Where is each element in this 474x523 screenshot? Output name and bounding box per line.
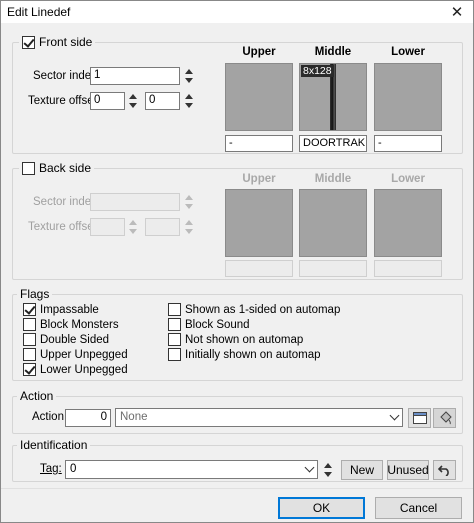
texture-size-badge: 8x128 [301, 65, 334, 77]
action-number-input[interactable]: 0 [65, 409, 111, 427]
flag-double-sided[interactable]: Double Sided [23, 333, 109, 346]
flag-lower-unpegged[interactable]: Lower Unpegged [23, 363, 128, 376]
back-lower-header: Lower [391, 173, 425, 185]
paint-bucket-button[interactable] [433, 408, 456, 428]
flags-label: Flags [20, 287, 50, 301]
back-middle-texture-name[interactable] [299, 260, 367, 277]
window-title: Edit Linedef [7, 5, 71, 19]
front-lower-texture-name[interactable]: - [374, 135, 442, 152]
back-lower-texture-name[interactable] [374, 260, 442, 277]
front-offset-x-stepper[interactable] [128, 91, 140, 111]
flag-impassable[interactable]: Impassable [23, 303, 99, 316]
flag-block-sound[interactable]: Block Sound [168, 318, 250, 331]
back-offset-x-stepper[interactable] [128, 217, 140, 237]
chevron-down-icon [304, 462, 315, 473]
flag-not-shown-checkbox[interactable] [168, 333, 181, 346]
flag-upper-unpegged-label: Upper Unpegged [40, 348, 128, 361]
flag-shown-1-sided-label: Shown as 1-sided on automap [185, 303, 341, 316]
back-side-checkbox[interactable] [22, 161, 35, 175]
title-bar: Edit Linedef ✕ [1, 1, 473, 23]
flag-lower-unpegged-checkbox[interactable] [23, 363, 36, 376]
back-upper-header: Upper [242, 173, 276, 185]
flag-initially-shown-label: Initially shown on automap [185, 348, 321, 361]
flag-upper-unpegged[interactable]: Upper Unpegged [23, 348, 128, 361]
flag-initially-shown-checkbox[interactable] [168, 348, 181, 361]
front-side-label: Front side [39, 35, 93, 49]
flag-double-sided-checkbox[interactable] [23, 333, 36, 346]
flag-not-shown[interactable]: Not shown on automap [168, 333, 303, 346]
back-lower-texture-preview[interactable] [374, 189, 442, 257]
back-side-label: Back side [39, 161, 92, 175]
new-tag-button[interactable]: New [341, 460, 383, 480]
back-middle-header: Middle [314, 173, 352, 185]
flag-double-sided-label: Double Sided [40, 333, 110, 346]
flag-shown-1-sided[interactable]: Shown as 1-sided on automap [168, 303, 340, 316]
ok-button[interactable]: OK [278, 497, 365, 519]
undo-tag-button[interactable] [433, 460, 456, 480]
flag-block-sound-checkbox[interactable] [168, 318, 181, 331]
flag-shown-1-sided-checkbox[interactable] [168, 303, 181, 316]
identification-legend: Identification [17, 438, 91, 452]
cancel-button[interactable]: Cancel [375, 497, 462, 519]
back-upper-texture-preview[interactable] [225, 189, 293, 257]
flag-impassable-label: Impassable [40, 303, 99, 316]
footer-separator [1, 488, 473, 489]
back-side-legend: Back side [19, 161, 95, 175]
front-side-checkbox[interactable] [22, 35, 35, 49]
front-offset-y-input[interactable]: 0 [145, 92, 180, 110]
unused-tag-button[interactable]: Unused [387, 460, 429, 480]
back-offset-x-input[interactable] [90, 218, 125, 236]
back-upper-texture-name[interactable] [225, 260, 293, 277]
front-sector-index-stepper[interactable] [184, 66, 196, 86]
front-lower-header: Lower [391, 46, 425, 58]
front-lower-texture-preview[interactable] [374, 63, 442, 131]
tag-stepper[interactable] [323, 460, 335, 480]
front-middle-texture-name[interactable]: DOORTRAK [299, 135, 367, 152]
front-offset-y-stepper[interactable] [184, 91, 196, 111]
action-legend: Action [17, 389, 57, 403]
script-browser-button[interactable] [408, 408, 431, 428]
flags-legend: Flags [17, 287, 53, 301]
undo-icon [437, 465, 449, 476]
paint-bucket-icon [439, 411, 452, 425]
close-icon[interactable]: ✕ [441, 1, 473, 23]
front-sector-index-input[interactable]: 1 [90, 67, 180, 85]
action-select[interactable]: None [115, 408, 403, 427]
back-offset-y-input[interactable] [145, 218, 180, 236]
back-sector-index-input[interactable] [90, 193, 180, 211]
action-label: Action: [32, 411, 68, 423]
front-middle-texture-preview[interactable]: 8x128 [299, 63, 367, 131]
front-side-legend: Front side [19, 35, 96, 49]
back-offset-y-stepper[interactable] [184, 217, 196, 237]
flag-impassable-checkbox[interactable] [23, 303, 36, 316]
flag-initially-shown[interactable]: Initially shown on automap [168, 348, 321, 361]
action-selected-value: None [120, 411, 148, 423]
identification-legend-label: Identification [20, 438, 88, 452]
back-middle-texture-preview[interactable] [299, 189, 367, 257]
tag-select[interactable]: 0 [65, 460, 318, 479]
front-upper-texture-name[interactable]: - [225, 135, 293, 152]
front-upper-texture-preview[interactable] [225, 63, 293, 131]
chevron-down-icon [389, 410, 400, 421]
front-upper-header: Upper [242, 46, 276, 58]
script-browser-icon [412, 412, 427, 424]
tag-value: 0 [70, 463, 77, 475]
tag-label[interactable]: Tag: [40, 463, 62, 475]
action-legend-label: Action [20, 389, 54, 403]
edit-linedef-window: Edit Linedef ✕ Front side Sector index: … [0, 0, 474, 523]
front-middle-header: Middle [314, 46, 352, 58]
flag-lower-unpegged-label: Lower Unpegged [40, 363, 128, 376]
flag-block-monsters[interactable]: Block Monsters [23, 318, 119, 331]
front-offset-x-input[interactable]: 0 [90, 92, 125, 110]
flag-block-monsters-checkbox[interactable] [23, 318, 36, 331]
flag-not-shown-label: Not shown on automap [185, 333, 304, 346]
flag-upper-unpegged-checkbox[interactable] [23, 348, 36, 361]
flag-block-sound-label: Block Sound [185, 318, 250, 331]
back-sector-index-stepper[interactable] [184, 192, 196, 212]
flag-block-monsters-label: Block Monsters [40, 318, 119, 331]
